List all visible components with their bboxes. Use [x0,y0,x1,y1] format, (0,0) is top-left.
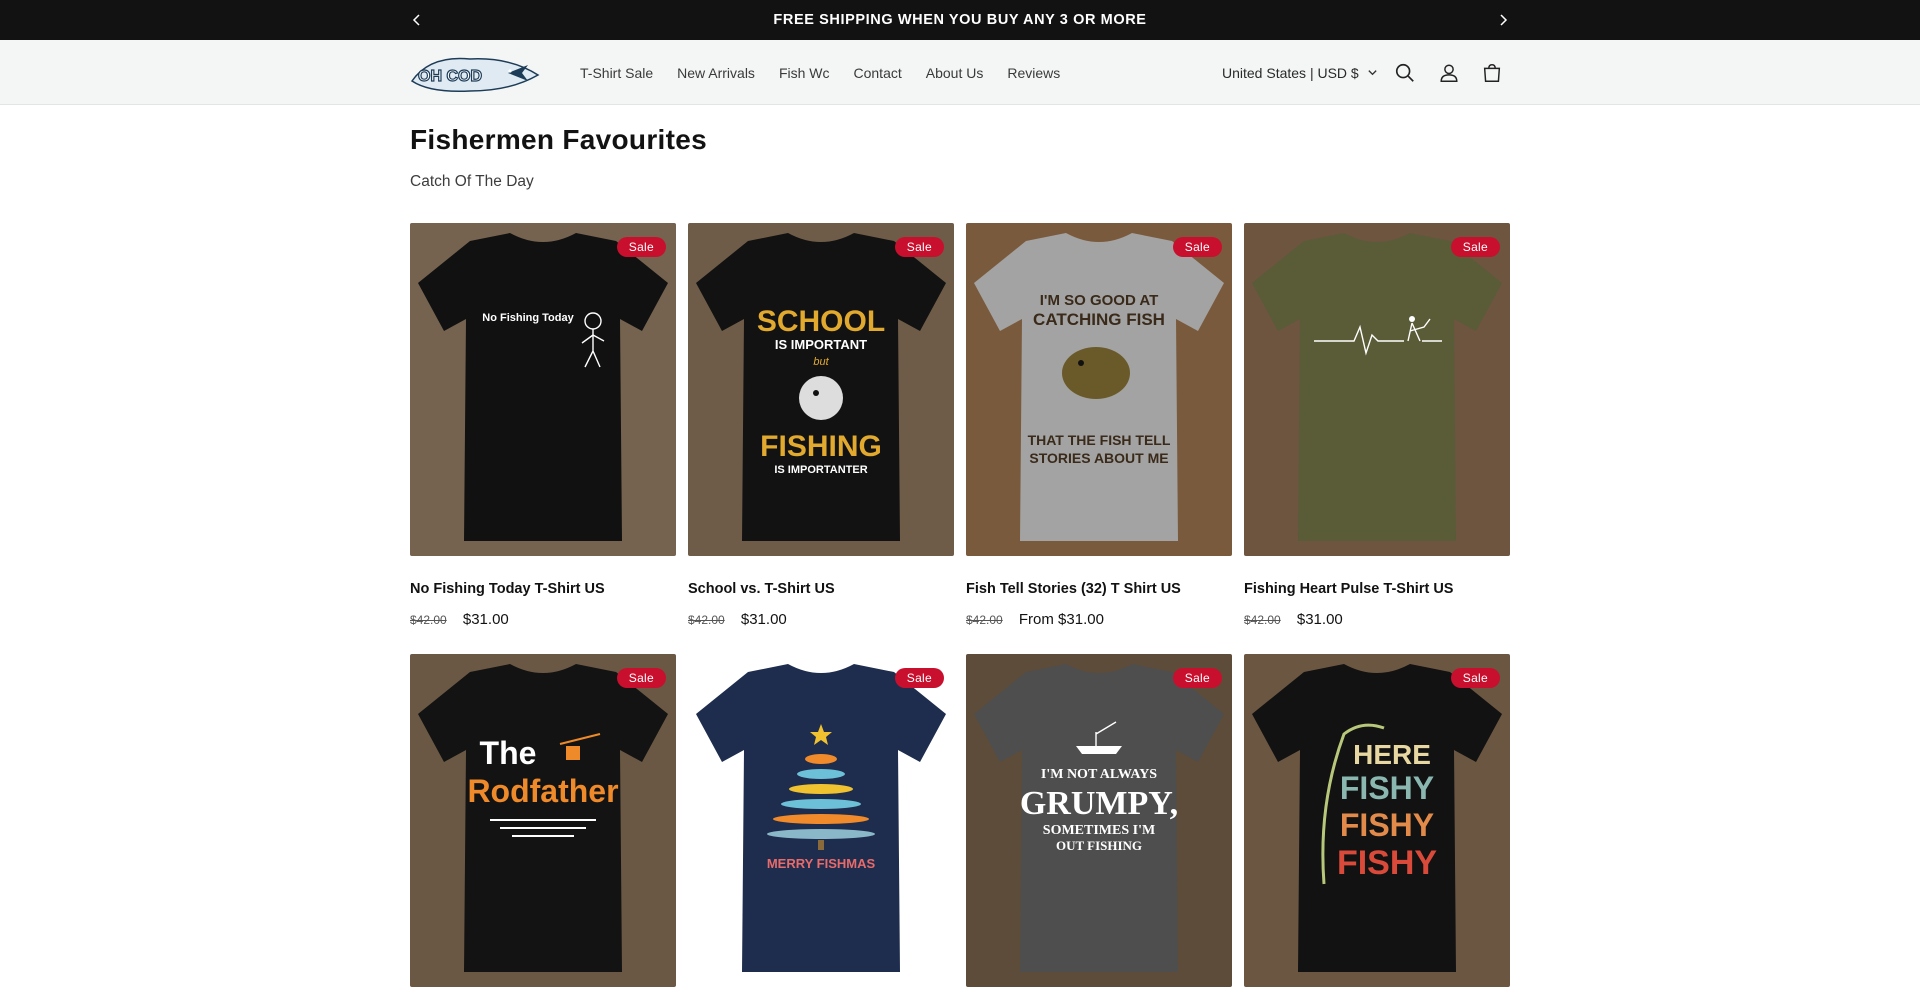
product-image-link[interactable]: I'M SO GOOD AT CATCHING FISH THAT THE FI… [966,223,1232,556]
nav-tshirt-sale[interactable]: T-Shirt Sale [568,65,665,81]
compare-at-price: $42.00 [966,613,1003,627]
product-card: SCHOOL IS IMPORTANT but FISHING IS IMPOR… [688,223,954,628]
collection-subtitle: Catch Of The Day [410,173,534,190]
product-image: MERRY FISHMAS [688,654,954,987]
sale-price: $31.00 [740,611,787,628]
product-card: Sale Fishing Heart Pulse T-Shirt US $42.… [1244,223,1510,628]
product-card: I'M SO GOOD AT CATCHING FISH THAT THE FI… [966,223,1232,628]
nav-reviews[interactable]: Reviews [995,65,1072,81]
svg-text:SCHOOL: SCHOOL [757,305,885,338]
product-image-link[interactable]: SCHOOL IS IMPORTANT but FISHING IS IMPOR… [688,223,954,556]
product-price: $42.00 $31.00 [1244,611,1343,628]
svg-text:I'M SO GOOD AT: I'M SO GOOD AT [1040,292,1159,309]
product-price: $42.00 From $31.00 [966,611,1104,628]
product-title[interactable]: No Fishing Today T-Shirt US [410,581,605,597]
compare-at-price: $42.00 [410,613,447,627]
product-card: MERRY FISHMAS Sale [688,654,954,987]
product-image: I'M NOT ALWAYS GRUMPY, SOMETIMES I'M OUT… [966,654,1232,987]
nav-fish-wc[interactable]: Fish Wc [767,65,842,81]
product-title[interactable]: Fish Tell Stories (32) T Shirt US [966,581,1181,597]
sale-badge: Sale [1172,237,1222,257]
svg-text:HERE: HERE [1353,739,1431,770]
announcement-message: FREE SHIPPING WHEN YOU BUY ANY 3 OR MORE [773,12,1147,28]
svg-text:MERRY FISHMAS: MERRY FISHMAS [767,856,876,871]
country-currency-selector[interactable]: United States | USD $ [1222,40,1378,105]
account-button[interactable] [1434,58,1464,88]
cart-button[interactable] [1477,58,1507,88]
store-logo[interactable]: OH COD [410,51,542,95]
svg-text:Rodfather: Rodfather [467,773,618,809]
product-card: No Fishing Today Sale No Fishing Today T… [410,223,676,628]
product-image-link[interactable]: The Rodfather Sale [410,654,676,987]
sale-badge: Sale [1172,668,1222,688]
svg-text:IS IMPORTANT: IS IMPORTANT [775,337,867,352]
sale-badge: Sale [616,668,666,688]
chevron-down-icon [1368,70,1377,76]
sale-badge: Sale [894,668,944,688]
product-image [1244,223,1510,556]
compare-at-price: $42.00 [1244,613,1281,627]
svg-text:GRUMPY,: GRUMPY, [1020,785,1178,822]
announcement-next-button[interactable] [1483,0,1523,40]
announcement-bar: FREE SHIPPING WHEN YOU BUY ANY 3 OR MORE [0,0,1920,40]
sale-badge: Sale [616,237,666,257]
svg-text:FISHING: FISHING [760,430,882,463]
sale-price: $31.00 [1296,611,1343,628]
product-image: No Fishing Today [410,223,676,556]
product-image: SCHOOL IS IMPORTANT but FISHING IS IMPOR… [688,223,954,556]
main-nav: T-Shirt Sale New Arrivals Fish Wc Contac… [568,40,1072,105]
svg-text:FISHY: FISHY [1337,844,1437,882]
product-image: The Rodfather [410,654,676,987]
product-card: I'M NOT ALWAYS GRUMPY, SOMETIMES I'M OUT… [966,654,1232,987]
nav-about-us[interactable]: About Us [914,65,996,81]
product-image-link[interactable]: HERE FISHY FISHY FISHY Sale [1244,654,1510,987]
collection-title: Fishermen Favourites [410,124,707,155]
svg-text:FISHY: FISHY [1340,770,1434,806]
product-image-link[interactable]: No Fishing Today Sale [410,223,676,556]
product-image-link[interactable]: I'M NOT ALWAYS GRUMPY, SOMETIMES I'M OUT… [966,654,1232,987]
svg-text:FISHY: FISHY [1340,807,1434,843]
product-card: HERE FISHY FISHY FISHY Sale [1244,654,1510,987]
svg-text:OUT FISHING: OUT FISHING [1056,838,1142,853]
product-image: HERE FISHY FISHY FISHY [1244,654,1510,987]
svg-text:IS IMPORTANTER: IS IMPORTANTER [774,464,867,476]
site-header: OH COD T-Shirt Sale New Arrivals Fish Wc… [0,40,1920,105]
product-card: The Rodfather Sale [410,654,676,987]
nav-contact[interactable]: Contact [842,65,914,81]
svg-text:STORIES ABOUT ME: STORIES ABOUT ME [1029,450,1168,466]
sale-price: $31.00 [462,611,509,628]
search-button[interactable] [1390,58,1420,88]
product-price: $42.00 $31.00 [688,611,787,628]
sale-badge: Sale [894,237,944,257]
logo-image: OH COD [410,57,540,93]
svg-text:OH COD: OH COD [418,68,482,85]
sale-price: From $31.00 [1018,611,1104,628]
user-icon [1440,64,1458,82]
svg-text:The: The [480,735,537,771]
svg-text:but: but [813,356,829,368]
svg-text:No Fishing Today: No Fishing Today [482,312,574,324]
locale-label: United States | USD $ [1222,64,1359,81]
product-title[interactable]: Fishing Heart Pulse T-Shirt US [1244,581,1453,597]
search-icon [1395,63,1414,82]
product-title[interactable]: School vs. T-Shirt US [688,581,835,597]
svg-text:CATCHING FISH: CATCHING FISH [1033,310,1165,329]
svg-text:I'M NOT ALWAYS: I'M NOT ALWAYS [1041,767,1157,782]
nav-new-arrivals[interactable]: New Arrivals [665,65,767,81]
product-image-link[interactable]: Sale [1244,223,1510,556]
compare-at-price: $42.00 [688,613,725,627]
product-image-link[interactable]: MERRY FISHMAS Sale [688,654,954,987]
product-image: I'M SO GOOD AT CATCHING FISH THAT THE FI… [966,223,1232,556]
sale-badge: Sale [1450,668,1500,688]
chevron-right-icon [1500,14,1508,26]
svg-text:THAT THE FISH TELL: THAT THE FISH TELL [1028,432,1171,448]
svg-text:SOMETIMES I'M: SOMETIMES I'M [1043,823,1155,838]
product-price: $42.00 $31.00 [410,611,509,628]
sale-badge: Sale [1450,237,1500,257]
cart-icon [1483,64,1501,82]
